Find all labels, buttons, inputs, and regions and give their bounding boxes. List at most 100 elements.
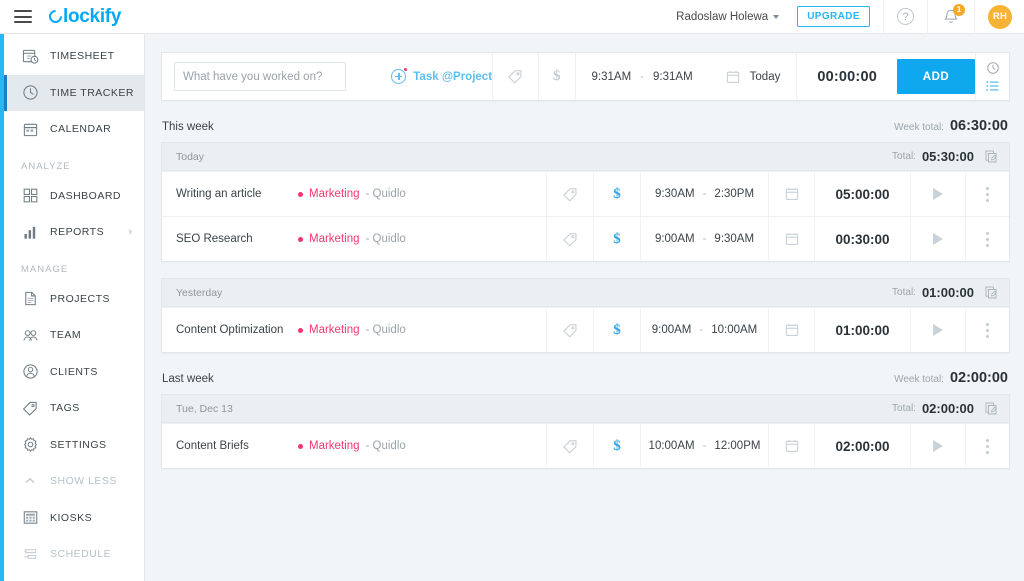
sidebar-show-less-button[interactable]: SHOW LESS <box>4 463 144 500</box>
day-total-value: 02:00:00 <box>922 401 974 416</box>
bulk-edit-button[interactable] <box>984 285 999 300</box>
project-client: - Quidlo <box>366 440 406 452</box>
add-button[interactable]: ADD <box>897 59 975 94</box>
entry-end-time: 2:30PM <box>714 188 754 200</box>
header-right: Radoslaw Holewa UPGRADE ? 1 RH <box>676 0 1024 33</box>
entry-billable-button[interactable]: $ <box>593 424 640 468</box>
entry-tag-button[interactable] <box>546 172 593 216</box>
entry-duration[interactable]: 00:30:00 <box>814 217 910 261</box>
sidebar-item-label: DASHBOARD <box>50 190 121 202</box>
week-total-label: Week total: <box>894 374 944 385</box>
entry-project[interactable]: Marketing- Quidlo <box>296 172 546 216</box>
sidebar-item-time-tracker[interactable]: TIME TRACKER <box>4 75 144 112</box>
clockify-logo[interactable]: lockify <box>49 6 121 28</box>
search-input[interactable] <box>174 62 346 91</box>
entry-time-range[interactable]: 10:00AM-12:00PM <box>640 424 768 468</box>
entry-duration[interactable]: 02:00:00 <box>814 424 910 468</box>
entry-more-button[interactable] <box>965 217 1009 261</box>
entry-date-picker[interactable] <box>768 424 814 468</box>
user-name-label: Radoslaw Holewa <box>676 11 768 23</box>
sidebar-item-label: REPORTS <box>50 226 104 238</box>
timer-tag-button[interactable] <box>492 53 538 100</box>
entry-play-button[interactable] <box>910 424 965 468</box>
avatar[interactable]: RH <box>988 5 1012 29</box>
calendar-icon <box>21 120 39 138</box>
sidebar-item-label: CLIENTS <box>50 366 98 378</box>
entry-tag-button[interactable] <box>546 424 593 468</box>
timer-project-selector[interactable]: Task @Project <box>385 53 492 100</box>
entry-project[interactable]: Marketing- Quidlo <box>296 217 546 261</box>
upgrade-button[interactable]: UPGRADE <box>797 6 870 27</box>
play-icon <box>933 188 943 200</box>
entry-time-range[interactable]: 9:30AM-2:30PM <box>640 172 768 216</box>
entry-time-range[interactable]: 9:00AM-9:30AM <box>640 217 768 261</box>
entry-description[interactable]: Content Optimization <box>162 308 296 352</box>
entry-date-picker[interactable] <box>768 172 814 216</box>
entry-description[interactable]: SEO Research <box>162 217 296 261</box>
mode-timer-button[interactable] <box>986 61 1000 75</box>
sidebar-item-settings[interactable]: SETTINGS <box>4 427 144 464</box>
sidebar-item-kiosks[interactable]: KIOSKS <box>4 500 144 537</box>
sidebar-item-timesheet[interactable]: TIMESHEET <box>4 38 144 75</box>
bulk-edit-button[interactable] <box>984 149 999 164</box>
entry-billable-button[interactable]: $ <box>593 308 640 352</box>
time-separator: - <box>640 71 644 83</box>
help-icon[interactable]: ? <box>897 8 914 25</box>
sidebar-item-team[interactable]: TEAM <box>4 317 144 354</box>
bulk-edit-button[interactable] <box>984 401 999 416</box>
entry-description[interactable]: Content Briefs <box>162 424 296 468</box>
table-row: Content BriefsMarketing- Quidlo $10:00AM-… <box>162 423 1009 468</box>
sidebar-item-calendar[interactable]: CALENDAR <box>4 111 144 148</box>
sidebar-item-label: TIMESHEET <box>50 50 115 62</box>
sidebar-item-projects[interactable]: PROJECTS <box>4 281 144 318</box>
week-header: This weekWeek total:06:30:00 <box>145 101 1024 142</box>
time-separator: - <box>699 324 703 336</box>
entry-date-picker[interactable] <box>768 217 814 261</box>
timer-time-range[interactable]: 9:31AM - 9:31AM <box>575 53 709 100</box>
day-total-value: 01:00:00 <box>922 285 974 300</box>
timer-duration[interactable]: 00:00:00 <box>796 53 897 100</box>
play-icon <box>933 440 943 452</box>
notification-badge: 1 <box>953 4 965 16</box>
sidebar-item-dashboard[interactable]: DASHBOARD <box>4 178 144 215</box>
entry-play-button[interactable] <box>910 308 965 352</box>
entry-time-range[interactable]: 9:00AM-10:00AM <box>640 308 768 352</box>
copy-edit-icon <box>984 285 999 300</box>
project-client: - Quidlo <box>366 324 406 336</box>
more-vertical-icon <box>986 232 989 247</box>
user-menu[interactable]: Radoslaw Holewa <box>676 11 779 23</box>
entry-more-button[interactable] <box>965 172 1009 216</box>
entry-play-button[interactable] <box>910 217 965 261</box>
entry-more-button[interactable] <box>965 308 1009 352</box>
entry-billable-button[interactable]: $ <box>593 172 640 216</box>
entry-billable-button[interactable]: $ <box>593 217 640 261</box>
sidebar-item-tags[interactable]: TAGS <box>4 390 144 427</box>
more-vertical-icon <box>986 323 989 338</box>
entry-more-button[interactable] <box>965 424 1009 468</box>
timer-end-time: 9:31AM <box>653 71 693 83</box>
entry-project[interactable]: Marketing- Quidlo <box>296 424 546 468</box>
notification-bell-button[interactable]: 1 <box>941 7 961 27</box>
entry-duration[interactable]: 01:00:00 <box>814 308 910 352</box>
sidebar-item-schedule[interactable]: SCHEDULE <box>4 536 144 573</box>
entry-duration[interactable]: 05:00:00 <box>814 172 910 216</box>
timer-date-picker[interactable]: Today <box>709 53 797 100</box>
calendar-icon <box>784 186 800 202</box>
sidebar-item-reports[interactable]: REPORTS › <box>4 214 144 251</box>
plus-circle-icon <box>391 69 406 84</box>
sidebar-item-clients[interactable]: CLIENTS <box>4 354 144 391</box>
timer-billable-button[interactable]: $ <box>538 53 575 100</box>
entry-tag-button[interactable] <box>546 217 593 261</box>
mode-manual-button[interactable] <box>986 80 1000 92</box>
chevron-down-icon <box>773 15 779 19</box>
day-total-label: Total: <box>892 403 916 414</box>
tag-icon <box>562 186 579 203</box>
project-color-dot <box>298 328 303 333</box>
list-icon <box>986 80 1000 92</box>
entry-date-picker[interactable] <box>768 308 814 352</box>
entry-tag-button[interactable] <box>546 308 593 352</box>
entry-description[interactable]: Writing an article <box>162 172 296 216</box>
entry-project[interactable]: Marketing- Quidlo <box>296 308 546 352</box>
hamburger-menu-icon[interactable] <box>14 10 32 23</box>
entry-play-button[interactable] <box>910 172 965 216</box>
